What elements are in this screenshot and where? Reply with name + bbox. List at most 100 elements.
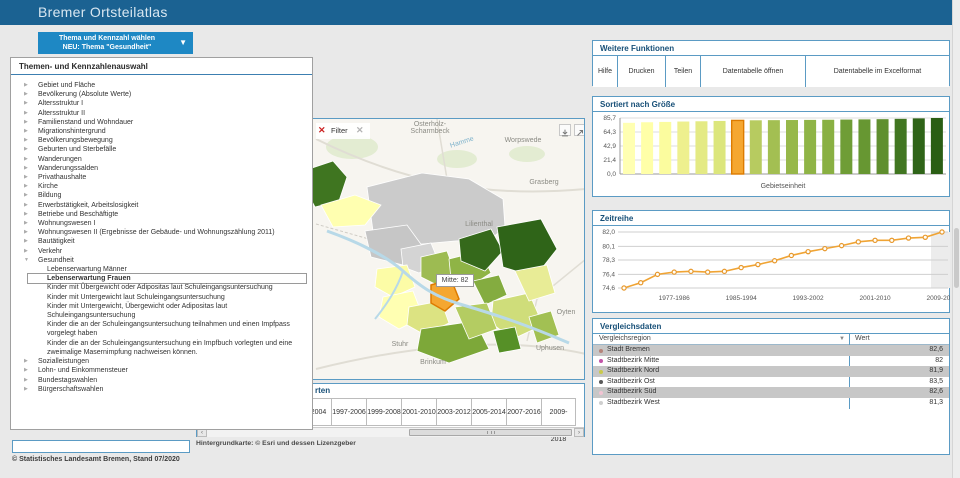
line-marker[interactable]: [923, 235, 927, 239]
line-marker[interactable]: [806, 250, 810, 254]
menu-item[interactable]: ▶Migrationshintergrund: [11, 127, 312, 136]
scroll-right-arrow[interactable]: ›: [574, 428, 584, 437]
menu-item[interactable]: ▶Privathaushalte: [11, 173, 312, 182]
comparison-row[interactable]: Stadtbezirk Nord81,9: [593, 366, 949, 377]
column-region-label[interactable]: Vergleichsregion: [599, 335, 651, 342]
timeline-cell[interactable]: 1999-2008: [366, 398, 401, 426]
menu-item[interactable]: Kinder mit Untergewicht, Übergewicht ode…: [11, 302, 312, 320]
comparison-row[interactable]: Stadtbezirk West81,3: [593, 398, 949, 409]
line-marker[interactable]: [756, 262, 760, 266]
bar[interactable]: [822, 120, 834, 174]
menu-item[interactable]: Lebenserwartung Frauen: [11, 274, 312, 283]
download-map-button[interactable]: [559, 124, 571, 136]
line-marker[interactable]: [639, 281, 643, 285]
line-marker[interactable]: [722, 269, 726, 273]
menu-item[interactable]: Kinder die an der Schuleingangsuntersuch…: [11, 339, 312, 357]
menu-item[interactable]: ▶Sozialleistungen: [11, 357, 312, 366]
menu-item[interactable]: ▶Erwerbstätigkeit, Arbeitslosigkeit: [11, 201, 312, 210]
timeline-cell[interactable]: 2007-2016: [506, 398, 541, 426]
line-marker[interactable]: [739, 265, 743, 269]
close-filter-icon[interactable]: ✕: [318, 125, 326, 136]
bar[interactable]: [840, 120, 852, 174]
timeline-cell[interactable]: 2003-2012: [436, 398, 471, 426]
function-button[interactable]: Drucken: [618, 56, 666, 87]
function-button[interactable]: Datentabelle öffnen: [701, 56, 806, 87]
menu-item[interactable]: ▶Wanderungssalden: [11, 164, 312, 173]
menu-item[interactable]: ▶Betriebe und Beschäftigte: [11, 210, 312, 219]
line-marker[interactable]: [789, 253, 793, 257]
bar[interactable]: [623, 123, 635, 174]
line-marker[interactable]: [773, 259, 777, 263]
line-marker[interactable]: [622, 286, 626, 290]
bar[interactable]: [858, 119, 870, 174]
clear-filter-icon[interactable]: ✕: [356, 125, 364, 136]
line-marker[interactable]: [873, 238, 877, 242]
line-marker[interactable]: [689, 269, 693, 273]
menu-item[interactable]: ▶Wanderungen: [11, 155, 312, 164]
menu-item[interactable]: Kinder mit Übergewicht oder Adipositas l…: [11, 283, 312, 292]
bar-selected-mitte[interactable]: [732, 120, 744, 174]
scrollbar-thumb[interactable]: [409, 429, 572, 436]
menu-item[interactable]: ▶Kirche: [11, 182, 312, 191]
bar[interactable]: [877, 119, 889, 174]
menu-item[interactable]: ▶Lohn- und Einkommensteuer: [11, 366, 312, 375]
menu-item[interactable]: ▶Bürgerschaftswahlen: [11, 385, 312, 394]
bar[interactable]: [677, 122, 689, 174]
bar[interactable]: [659, 122, 671, 174]
menu-item[interactable]: ▶Altersstruktur II: [11, 109, 312, 118]
bar[interactable]: [913, 118, 925, 174]
sort-caret-icon[interactable]: ▼: [839, 336, 845, 342]
timeline-cell[interactable]: 1997-2006: [331, 398, 366, 426]
line-marker[interactable]: [856, 240, 860, 244]
menu-item[interactable]: ▶Geburten und Sterbefälle: [11, 145, 312, 154]
bar[interactable]: [695, 121, 707, 174]
line-marker[interactable]: [672, 270, 676, 274]
expand-map-button[interactable]: [574, 124, 585, 136]
comparison-row[interactable]: Stadtbezirk Mitte82: [593, 356, 949, 367]
line-marker[interactable]: [940, 230, 944, 234]
bar[interactable]: [895, 119, 907, 174]
line-marker[interactable]: [890, 238, 894, 242]
line-marker[interactable]: [823, 247, 827, 251]
bar[interactable]: [931, 118, 943, 174]
line-marker[interactable]: [655, 272, 659, 276]
menu-item[interactable]: ▶Wohnungswesen II (Ergebnisse der Gebäud…: [11, 228, 312, 237]
comparison-row[interactable]: Stadt Bremen82,6: [593, 345, 949, 356]
theme-dropdown-button[interactable]: Thema und Kennzahl wählen NEU: Thema "Ge…: [38, 32, 193, 54]
bar[interactable]: [750, 120, 762, 174]
menu-item[interactable]: ▶Bevölkerungsbewegung: [11, 136, 312, 145]
page-scrollbar-thumb[interactable]: [954, 228, 959, 288]
menu-item[interactable]: ▶Bevölkerung (Absolute Werte): [11, 90, 312, 99]
menu-item[interactable]: ▶Bundestagswahlen: [11, 376, 312, 385]
menu-item[interactable]: ▶Altersstruktur I: [11, 99, 312, 108]
comparison-row[interactable]: Stadtbezirk Ost83,5: [593, 377, 949, 388]
line-marker[interactable]: [839, 244, 843, 248]
bar[interactable]: [641, 122, 653, 174]
timeline-cell[interactable]: 2005-2014: [471, 398, 506, 426]
bar-chart[interactable]: 85,764,342,921,40,0Gebietseinheit: [594, 112, 950, 196]
menu-item[interactable]: ▶Bautätigkeit: [11, 237, 312, 246]
bar[interactable]: [786, 120, 798, 174]
menu-item[interactable]: Kinder mit Untergewicht laut Schuleingan…: [11, 293, 312, 302]
function-button[interactable]: Datentabelle im Excelformat: [806, 56, 949, 87]
menu-item[interactable]: ▶Verkehr: [11, 247, 312, 256]
menu-item[interactable]: Kinder die an der Schuleingangsuntersuch…: [11, 320, 312, 338]
bar[interactable]: [714, 121, 726, 174]
menu-item[interactable]: ▼Gesundheit: [11, 256, 312, 265]
timeline-cell[interactable]: 2001-2010: [401, 398, 436, 426]
line-chart[interactable]: 82,080,178,376,474,61977-19861985-199419…: [594, 226, 950, 312]
menu-item[interactable]: ▶Familienstand und Wohndauer: [11, 118, 312, 127]
menu-item[interactable]: ▶Gebiet und Fläche: [11, 81, 312, 90]
function-button[interactable]: Hilfe: [593, 56, 618, 87]
line-marker[interactable]: [706, 270, 710, 274]
menu-item[interactable]: ▶Bildung: [11, 191, 312, 200]
comparison-row[interactable]: Stadtbezirk Süd82,6: [593, 387, 949, 398]
menu-item[interactable]: ▶Wohnungswesen I: [11, 219, 312, 228]
line-marker[interactable]: [906, 236, 910, 240]
timeline-cell[interactable]: 2009-2018: [541, 398, 576, 426]
function-button[interactable]: Teilen: [666, 56, 701, 87]
column-value-label[interactable]: Wert: [855, 335, 870, 342]
bar[interactable]: [768, 120, 780, 174]
bar[interactable]: [804, 120, 816, 174]
page-scrollbar[interactable]: [952, 0, 960, 478]
